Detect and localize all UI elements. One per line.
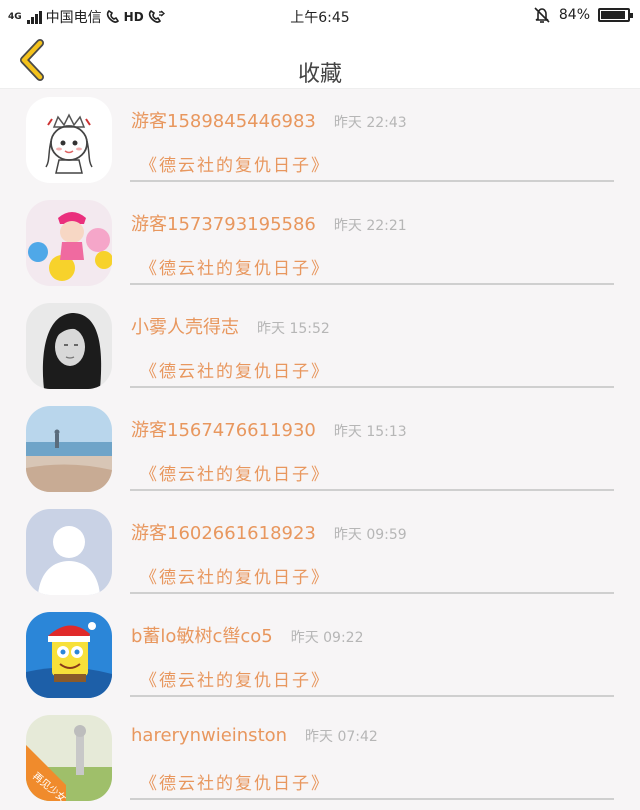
page-title: 收藏 xyxy=(297,62,342,87)
username[interactable]: b蓄lo敏树c辔co5 xyxy=(131,622,273,648)
timestamp: 昨天 15:52 xyxy=(257,321,330,337)
bell-muted-icon xyxy=(534,7,550,23)
divider xyxy=(130,180,614,182)
favorite-title[interactable]: 《德云社的复仇日子》 xyxy=(140,769,330,794)
name-line: 游客1602661618923 昨天 09:59 xyxy=(131,519,407,545)
avatar[interactable] xyxy=(26,509,112,595)
favorite-item[interactable]: 小雾人壳得志 昨天 15:52 《德云社的复仇日子》 xyxy=(0,295,640,398)
divider xyxy=(130,386,614,388)
favorite-item[interactable]: 再见少女 harerynwieinston 昨天 07:42 《德云社的复仇日子… xyxy=(0,707,640,810)
nav-bar: 收藏 xyxy=(0,32,640,89)
timestamp: 昨天 22:21 xyxy=(333,218,407,234)
username[interactable]: 游客1567476611930 xyxy=(131,416,316,442)
name-line: 游客1589845446983 昨天 22:43 xyxy=(131,107,407,133)
timestamp: 昨天 22:43 xyxy=(333,115,407,131)
username[interactable]: 游客1589845446983 xyxy=(131,107,316,133)
default-avatar-icon xyxy=(26,509,112,595)
favorite-item[interactable]: 游客1567476611930 昨天 15:13 《德云社的复仇日子》 xyxy=(0,398,640,501)
status-bar: 4G 中国电信 HD 上午6:45 84% xyxy=(0,0,640,32)
favorite-title[interactable]: 《德云社的复仇日子》 xyxy=(140,563,330,588)
name-line: 游客1573793195586 昨天 22:21 xyxy=(131,210,407,236)
favorite-item[interactable]: 游客1573793195586 昨天 22:21 《德云社的复仇日子》 xyxy=(0,192,640,295)
timestamp: 昨天 15:13 xyxy=(333,424,407,440)
favorite-item[interactable]: b蓄lo敏树c辔co5 昨天 09:22 《德云社的复仇日子》 xyxy=(0,604,640,707)
avatar[interactable] xyxy=(26,406,112,492)
name-line: 小雾人壳得志 昨天 15:52 xyxy=(131,313,330,339)
battery-icon xyxy=(598,8,633,22)
avatar[interactable] xyxy=(26,303,112,389)
favorite-title[interactable]: 《德云社的复仇日子》 xyxy=(140,460,330,485)
status-right: 84% xyxy=(533,6,633,24)
divider xyxy=(130,592,614,594)
divider xyxy=(130,798,614,800)
name-line: b蓄lo敏树c辔co5 昨天 09:22 xyxy=(131,622,364,648)
favorites-list: 游客1589845446983 昨天 22:43 《德云社的复仇日子》 游客15… xyxy=(0,89,640,810)
favorite-title[interactable]: 《德云社的复仇日子》 xyxy=(140,666,330,691)
username[interactable]: harerynwieinston xyxy=(131,725,287,746)
divider xyxy=(130,489,614,491)
battery-percent: 84% xyxy=(558,7,590,23)
favorite-title[interactable]: 《德云社的复仇日子》 xyxy=(140,151,330,176)
favorite-title[interactable]: 《德云社的复仇日子》 xyxy=(140,357,330,382)
battery-fill xyxy=(601,11,625,19)
avatar[interactable] xyxy=(26,97,112,183)
favorite-item[interactable]: 游客1602661618923 昨天 09:59 《德云社的复仇日子》 xyxy=(0,501,640,604)
username[interactable]: 游客1573793195586 xyxy=(131,210,316,236)
name-line: harerynwieinston 昨天 07:42 xyxy=(131,725,378,746)
timestamp: 昨天 07:42 xyxy=(305,729,378,745)
divider xyxy=(130,283,614,285)
favorite-title[interactable]: 《德云社的复仇日子》 xyxy=(140,254,330,279)
avatar[interactable] xyxy=(26,200,112,286)
avatar[interactable] xyxy=(26,612,112,698)
divider xyxy=(130,695,614,697)
timestamp: 昨天 09:59 xyxy=(333,527,407,543)
username[interactable]: 游客1602661618923 xyxy=(131,519,316,545)
timestamp: 昨天 09:22 xyxy=(290,630,364,646)
username[interactable]: 小雾人壳得志 xyxy=(131,313,239,339)
favorite-item[interactable]: 游客1589845446983 昨天 22:43 《德云社的复仇日子》 xyxy=(0,89,640,192)
name-line: 游客1567476611930 昨天 15:13 xyxy=(131,416,407,442)
avatar[interactable]: 再见少女 xyxy=(26,715,112,801)
